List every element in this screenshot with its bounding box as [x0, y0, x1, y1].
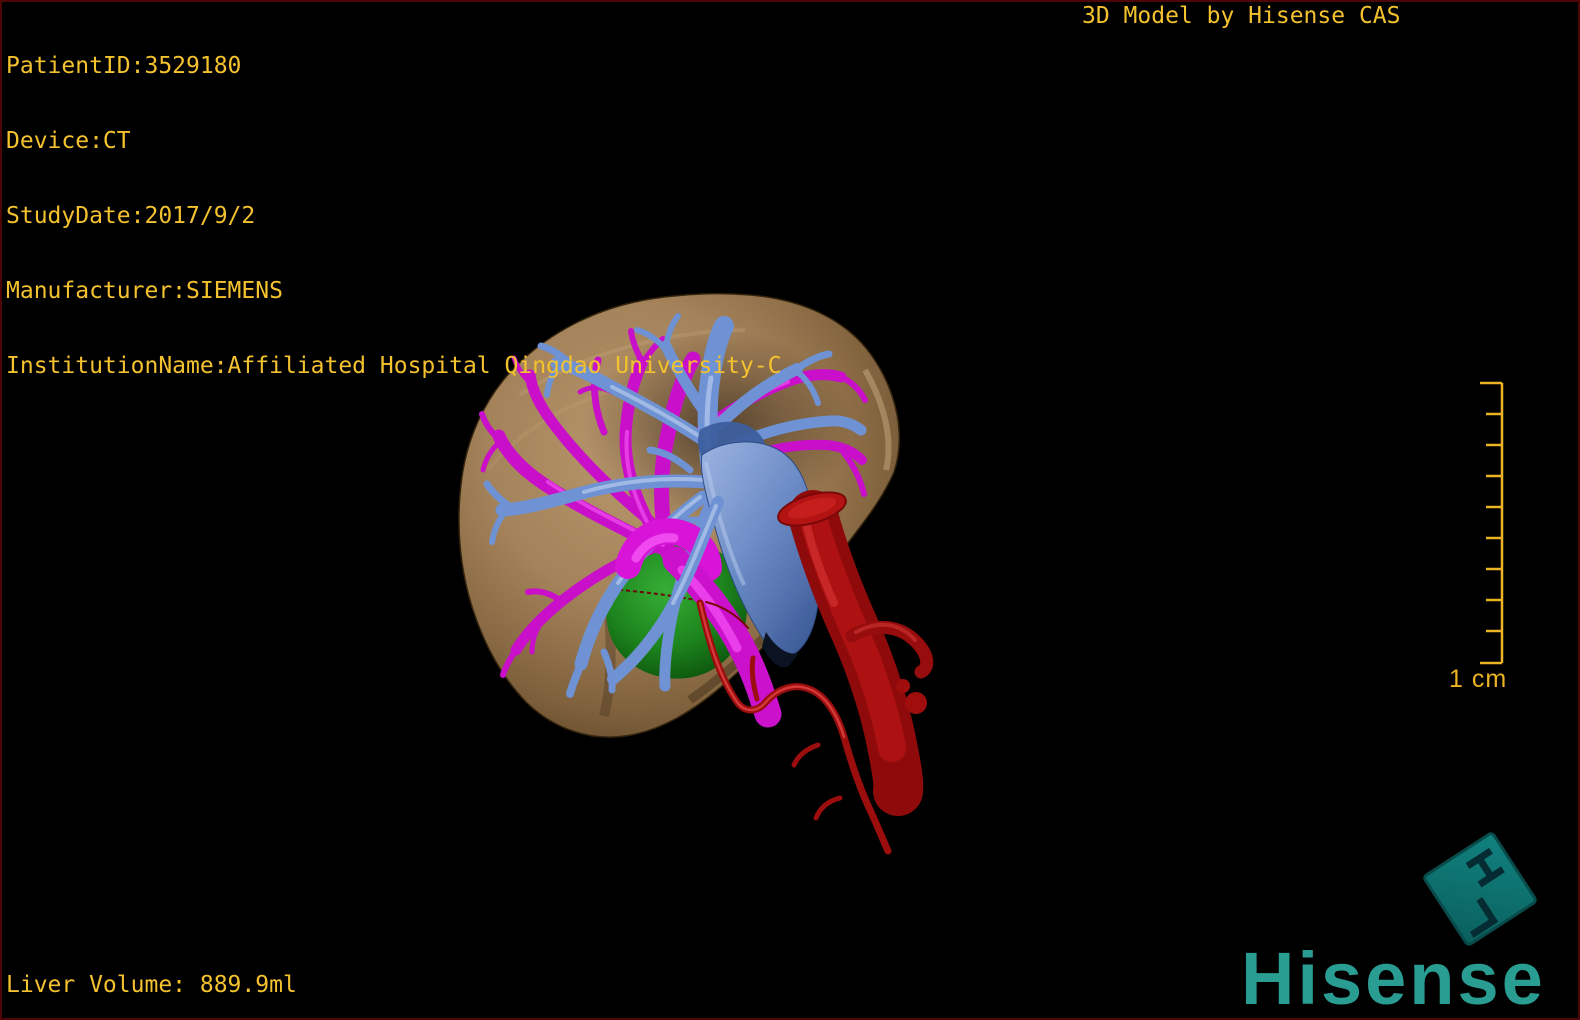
liver-volume-text: Liver Volume: 889.9ml: [6, 972, 297, 998]
device-line: Device:CT: [6, 128, 131, 154]
manufacturer-line: Manufacturer:SIEMENS: [6, 278, 283, 304]
institution-line: InstitutionName:Affiliated Hospital Qing…: [6, 353, 782, 379]
watermark-text: 3D Model by Hisense CAS: [1082, 3, 1401, 29]
patient-info-block: PatientID:3529180 Device:CT StudyDate:20…: [6, 4, 781, 429]
patient-id-line: PatientID:3529180: [6, 53, 242, 79]
hisense-logo: Hisense: [1241, 937, 1546, 1020]
study-date-line: StudyDate:2017/9/2: [6, 203, 256, 229]
scale-label: 1 cm: [1449, 665, 1508, 693]
viewer-window: 1 cm PatientID:3529180 Device:CT StudyDa…: [0, 0, 1580, 1020]
